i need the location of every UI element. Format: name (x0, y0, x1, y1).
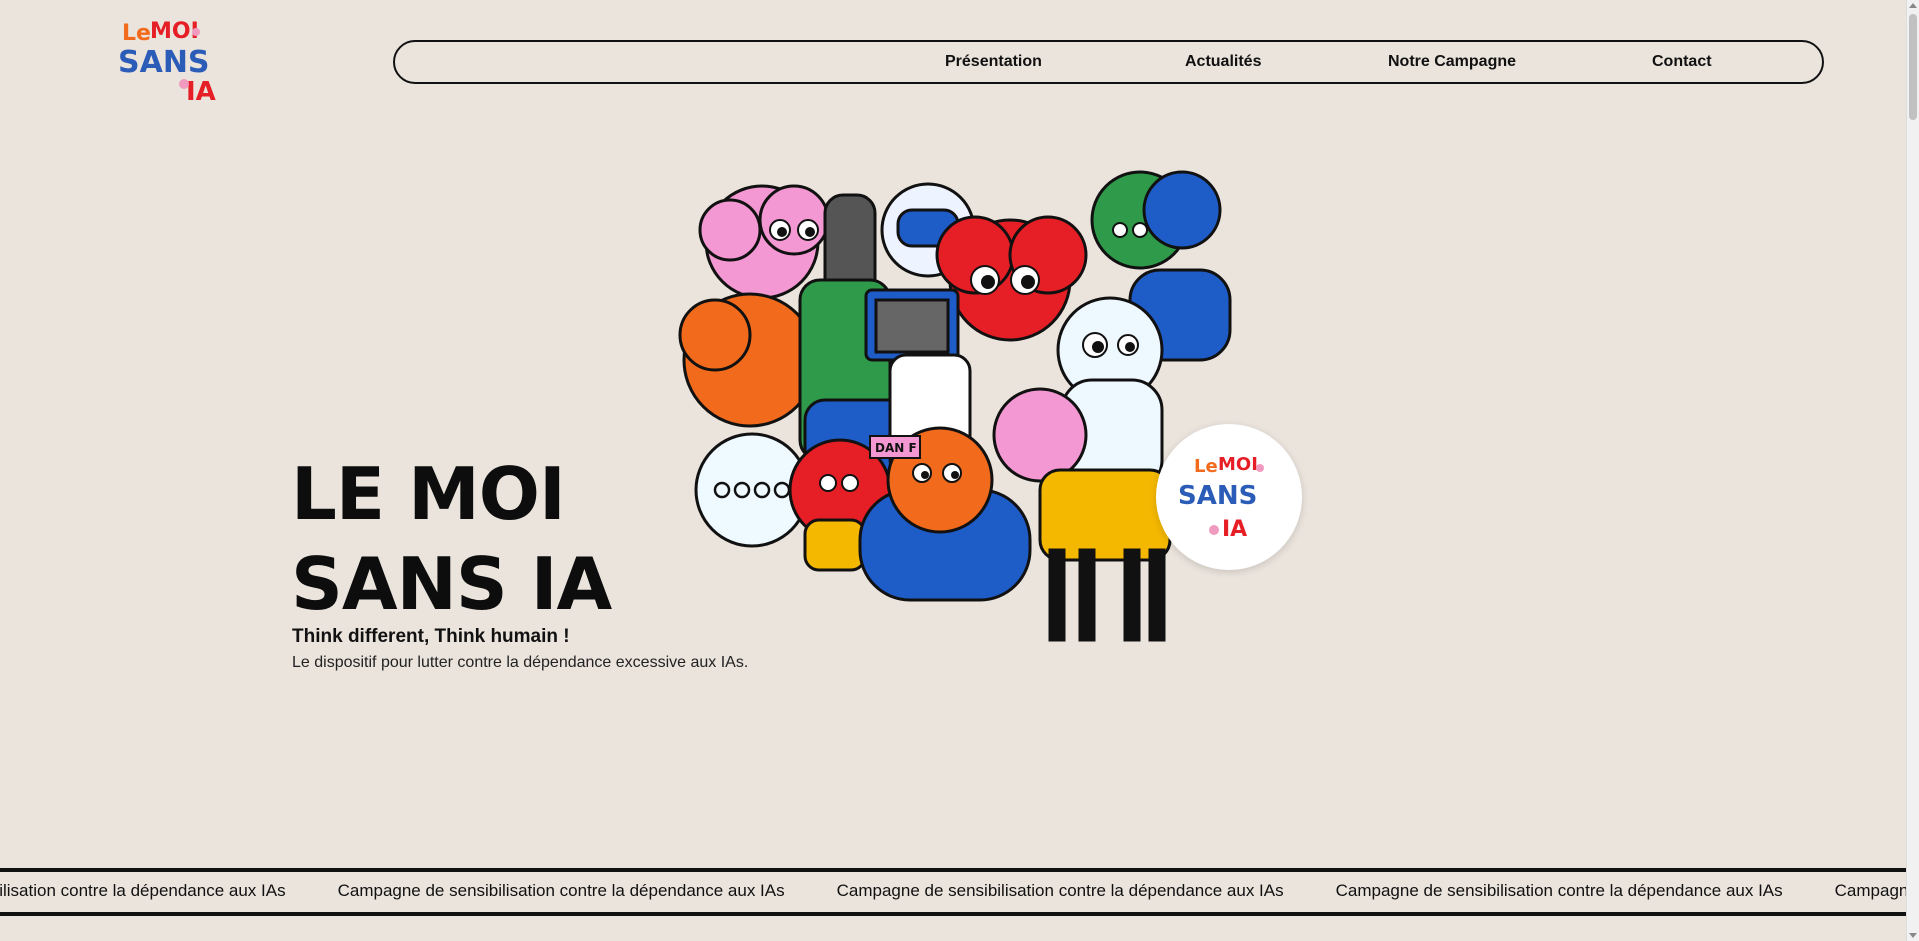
logo-badge: Le MOI SANS IA (1156, 424, 1302, 570)
svg-text:SANS: SANS (1178, 481, 1257, 511)
hero-title-line1: LE MOI (291, 452, 566, 536)
logo-text-ia: IA (186, 77, 216, 107)
marquee-track: ibilisation contre la dépendance aux IAs… (0, 881, 1906, 901)
svg-text:Le: Le (1194, 456, 1218, 477)
main-nav: Présentation Actualités Notre Campagne C… (393, 40, 1824, 84)
page-scrollbar[interactable] (1906, 0, 1919, 941)
cartoon-crowd-illustration: DAN F (678, 170, 1232, 642)
nav-link-notre-campagne[interactable]: Notre Campagne (1388, 42, 1516, 82)
hero-title-line2: SANS IA (291, 542, 612, 626)
nav-link-actualites[interactable]: Actualités (1185, 42, 1261, 82)
marquee-item: ibilisation contre la dépendance aux IAs (0, 881, 286, 900)
hero-title: LE MOI SANS IA (291, 449, 612, 629)
illustration-nametag: DAN F (875, 441, 917, 455)
marquee-item: Campagne de sensibilisation contre la dé… (1335, 881, 1783, 900)
site-logo[interactable]: Le MOI SANS IA (116, 14, 228, 110)
le-moi-sans-ia-logo-icon: Le MOI SANS IA (1178, 454, 1264, 542)
hero-tagline: Think different, Think humain ! (292, 626, 570, 647)
scroll-up-arrow-icon[interactable] (1909, 3, 1917, 8)
marquee-banner: ibilisation contre la dépendance aux IAs… (0, 868, 1906, 916)
marquee-item: Campagne de sensibilisation contre la dé… (836, 881, 1284, 900)
logo-text-moi: MOI (150, 19, 199, 44)
nav-link-presentation[interactable]: Présentation (945, 42, 1042, 82)
marquee-item: Campagne d (1834, 881, 1906, 900)
logo-text-sans: SANS (118, 45, 210, 80)
nav-link-contact[interactable]: Contact (1652, 42, 1712, 82)
scrollbar-thumb[interactable] (1909, 14, 1917, 120)
svg-text:MOI: MOI (1218, 454, 1258, 475)
hero-subtitle: Le dispositif pour lutter contre la dépe… (292, 654, 749, 671)
marquee-item: Campagne de sensibilisation contre la dé… (337, 881, 785, 900)
svg-text:IA: IA (1222, 517, 1247, 542)
logo-text-le: Le (122, 21, 151, 46)
scroll-down-arrow-icon[interactable] (1909, 933, 1917, 938)
